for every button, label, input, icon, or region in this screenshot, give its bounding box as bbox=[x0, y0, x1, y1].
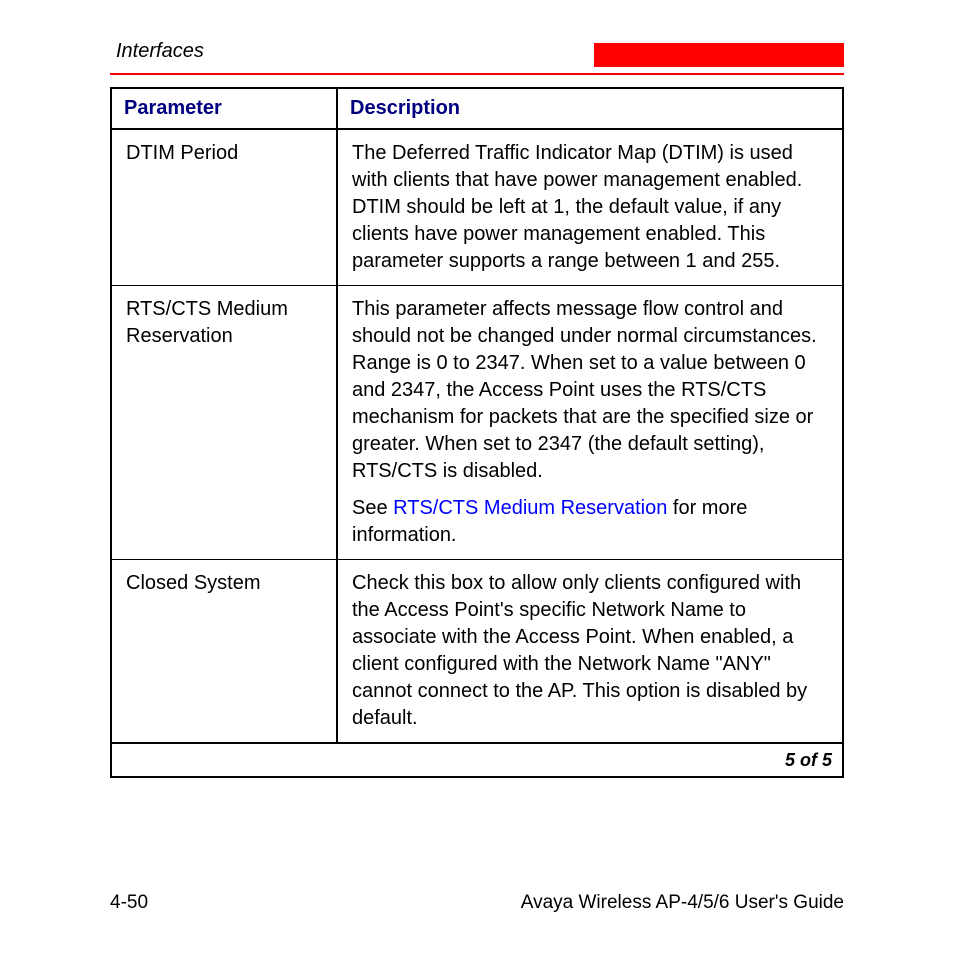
param-description-extra: See RTS/CTS Medium Reservation for more … bbox=[352, 495, 828, 549]
page-footer: 4-50 Avaya Wireless AP-4/5/6 User's Guid… bbox=[110, 892, 844, 914]
param-name: DTIM Period bbox=[111, 129, 337, 286]
param-description: This parameter affects message flow cont… bbox=[337, 286, 843, 560]
header-divider bbox=[110, 73, 844, 75]
param-name: RTS/CTS Medium Reservation bbox=[111, 286, 337, 560]
parameters-table: Parameter Description DTIM Period The De… bbox=[110, 87, 844, 778]
param-name: Closed System bbox=[111, 560, 337, 744]
table-pager-row: 5 of 5 bbox=[111, 743, 843, 777]
page-header: Interfaces bbox=[110, 40, 844, 67]
page-number: 4-50 bbox=[110, 892, 148, 914]
table-header-row: Parameter Description bbox=[111, 88, 843, 129]
column-header-parameter: Parameter bbox=[111, 88, 337, 129]
rts-cts-link[interactable]: RTS/CTS Medium Reservation bbox=[393, 497, 667, 519]
table-row: Closed System Check this box to allow on… bbox=[111, 560, 843, 744]
section-title: Interfaces bbox=[110, 40, 204, 67]
document-page: Interfaces Parameter Description DTIM Pe… bbox=[0, 0, 954, 954]
param-description: Check this box to allow only clients con… bbox=[337, 560, 843, 744]
table-pager: 5 of 5 bbox=[111, 743, 843, 777]
header-accent-block bbox=[594, 43, 844, 67]
table-row: RTS/CTS Medium Reservation This paramete… bbox=[111, 286, 843, 560]
param-description: The Deferred Traffic Indicator Map (DTIM… bbox=[337, 129, 843, 286]
doc-title: Avaya Wireless AP-4/5/6 User's Guide bbox=[521, 892, 844, 914]
table-row: DTIM Period The Deferred Traffic Indicat… bbox=[111, 129, 843, 286]
column-header-description: Description bbox=[337, 88, 843, 129]
